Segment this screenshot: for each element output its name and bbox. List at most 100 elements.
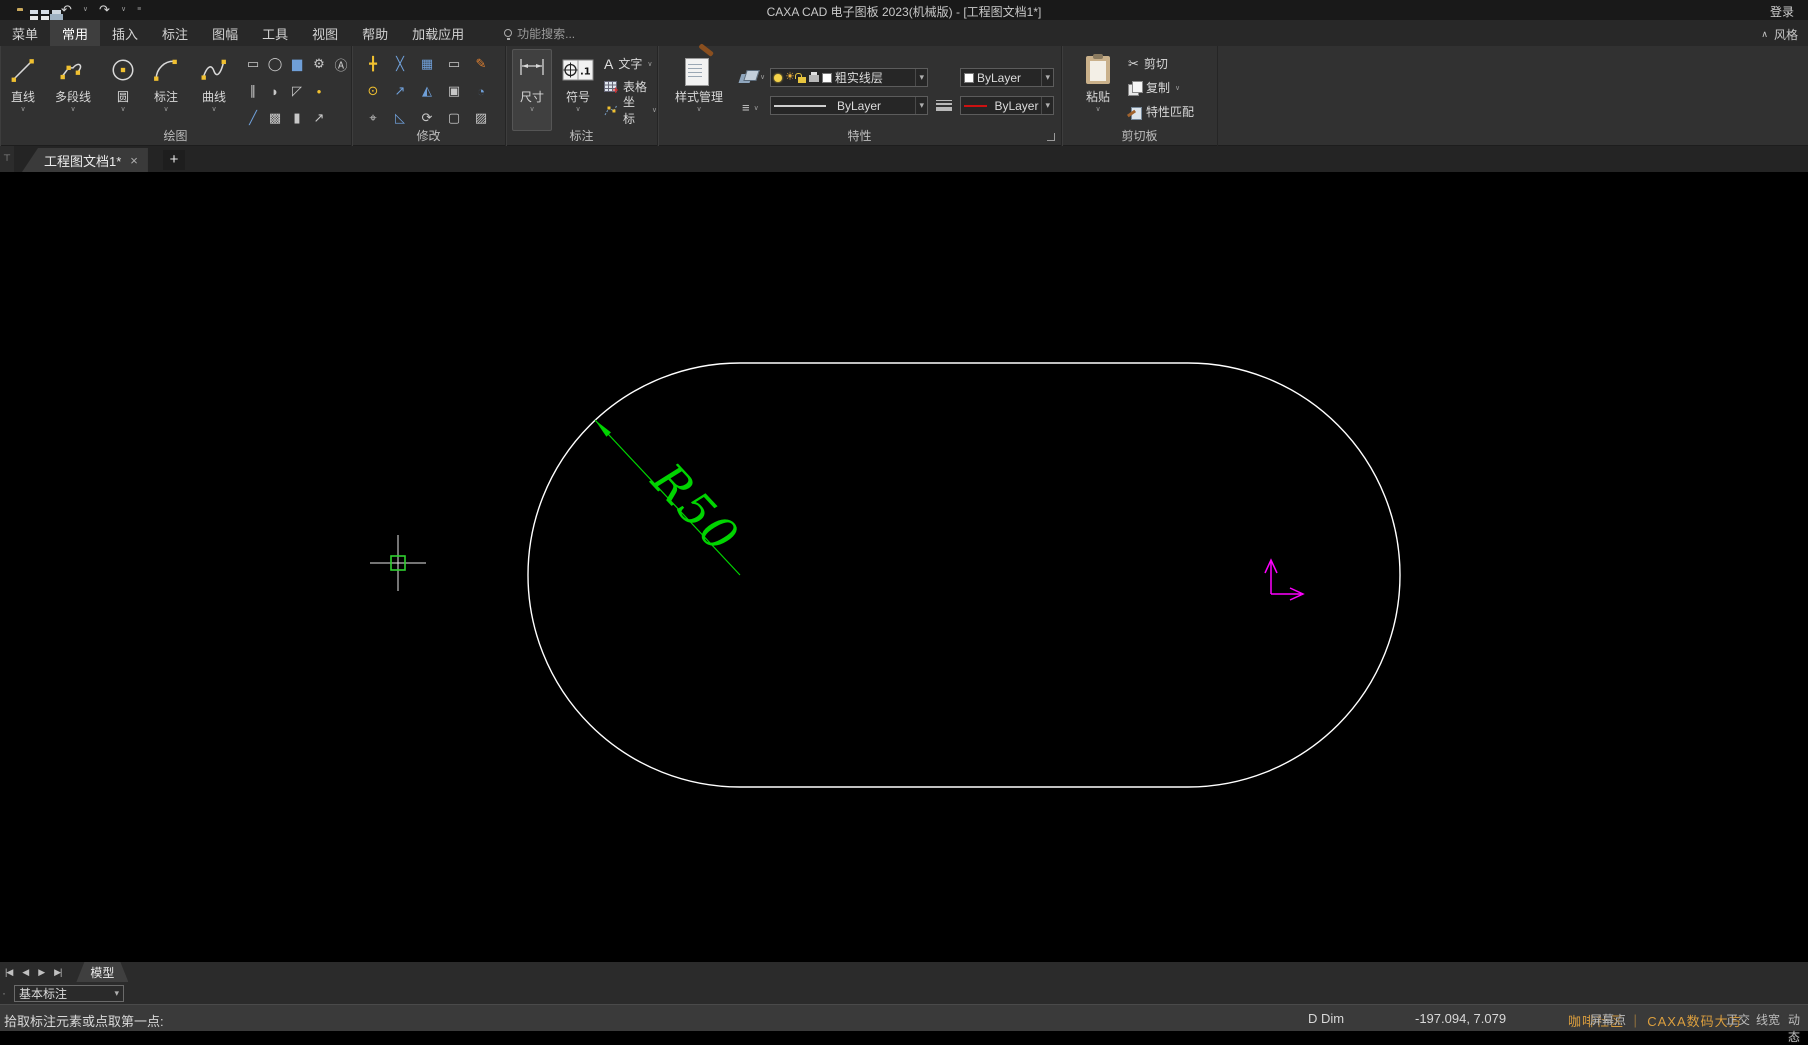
overlap-tool-icon[interactable]: ▣ — [441, 78, 467, 104]
svg-text:+: + — [612, 86, 618, 93]
toggle-screen-point[interactable]: 屏幕点 — [1590, 1011, 1626, 1028]
paste-dropdown-icon[interactable]: ∨ — [1095, 105, 1100, 115]
tab-help[interactable]: 帮助 — [350, 20, 400, 46]
dimension-style-value: 基本标注 — [19, 985, 67, 1002]
style-manager-dropdown-icon[interactable]: ∨ — [696, 105, 701, 115]
color-select[interactable]: ByLayer ▾ — [960, 68, 1054, 87]
linetype-dropdown-icon[interactable]: ∨ — [754, 104, 759, 112]
properties-group-label: 特性 — [658, 127, 1061, 144]
match-properties-button[interactable]: 特性匹配 — [1128, 102, 1194, 121]
coordinate-dropdown-icon[interactable]: ∨ — [652, 106, 657, 114]
panel-tab-icon[interactable]: ⊤ — [3, 154, 11, 163]
tab-insert[interactable]: 插入 — [100, 20, 150, 46]
symbol-dropdown-icon[interactable]: ∨ — [575, 105, 580, 115]
stretch-tool-icon[interactable]: ▭ — [441, 51, 467, 77]
linetype-tool[interactable]: ≡ ∨ — [742, 100, 759, 115]
layer-select-arrow[interactable]: ▾ — [915, 69, 924, 86]
group-properties: 样式管理 ∨ ∨ ≡ ∨ ☀ 粗实线层 ▾ ByLayer ▾ — [658, 46, 1062, 146]
layer-value: 粗实线层 — [835, 69, 883, 86]
coordinate-tool-button[interactable]: 坐标 ∨ — [604, 100, 657, 119]
layer-select[interactable]: ☀ 粗实线层 ▾ — [770, 68, 928, 87]
array-tool-icon[interactable]: ▦ — [414, 51, 440, 77]
layers-dropdown-icon[interactable]: ∨ — [760, 73, 765, 81]
mirror-tool-icon[interactable]: ◭ — [414, 78, 440, 104]
tab-annotate[interactable]: 标注 — [150, 20, 200, 46]
drawing-canvas[interactable]: R50 — [0, 172, 1808, 962]
cut-icon: ✂ — [1128, 56, 1139, 72]
arc-tool-button[interactable]: 标注 ∨ — [144, 50, 188, 115]
fillet-tool-icon[interactable]: ◔ — [468, 78, 494, 104]
tab-addons[interactable]: 加载应用 — [400, 20, 476, 46]
tab-tools[interactable]: 工具 — [250, 20, 300, 46]
layer-tool[interactable]: ∨ — [740, 70, 765, 84]
last-sheet-button[interactable]: ▶| — [49, 967, 66, 978]
tab-common[interactable]: 常用 — [50, 20, 100, 46]
toggle-ortho[interactable]: 正交 — [1726, 1011, 1750, 1028]
first-sheet-button[interactable]: |◀ — [0, 967, 17, 978]
properties-dialog-launcher-icon[interactable] — [1047, 133, 1055, 141]
color-select-arrow[interactable]: ▾ — [1041, 69, 1050, 86]
dimension-style-select[interactable]: 基本标注 ▾ — [14, 985, 124, 1002]
lineweight-sample — [964, 105, 987, 107]
next-sheet-button[interactable]: ▶ — [33, 967, 49, 978]
linetype-icon: ≡ — [742, 100, 750, 115]
text-tool-button[interactable]: A 文字 ∨ — [604, 54, 657, 73]
lineweight-select[interactable]: ByLayer ▾ — [960, 96, 1054, 115]
model-tab[interactable]: 模型 — [76, 962, 128, 982]
group-annotate: 尺寸 ∨ .1 符号 ∨ A 文字 ∨ + 表格 坐标 ∨ — [506, 46, 658, 146]
symbol-tool-button[interactable]: .1 符号 ∨ — [558, 50, 598, 115]
menu-button[interactable]: 菜单 — [0, 20, 50, 46]
arc-dropdown-icon[interactable]: ∨ — [163, 105, 168, 115]
dimension-style-arrow[interactable]: ▾ — [114, 988, 119, 999]
copy-button[interactable]: 复制 ∨ — [1128, 78, 1194, 97]
ribbon-style-toggle[interactable]: ∧ 风格 — [1761, 26, 1798, 43]
radius-dimension-label: R50 — [641, 452, 751, 564]
layer-on-icon — [774, 74, 782, 82]
polyline-tool-button[interactable]: 多段线 ∨ — [44, 50, 102, 115]
toggle-lineweight[interactable]: 线宽 — [1756, 1011, 1780, 1028]
polyline-label: 多段线 — [55, 90, 91, 105]
prev-sheet-button[interactable]: ◀ — [17, 967, 33, 978]
document-tab[interactable]: 工程图文档1* × — [22, 148, 148, 172]
tab-view[interactable]: 视图 — [300, 20, 350, 46]
login-button[interactable]: 登录 — [1770, 3, 1794, 20]
dimension-dropdown-icon[interactable]: ∨ — [529, 105, 534, 115]
lineweight-button[interactable] — [936, 100, 952, 111]
text-icon: A — [604, 56, 613, 72]
modify-group-label: 修改 — [352, 127, 505, 144]
copy-dropdown-icon[interactable]: ∨ — [1175, 84, 1180, 92]
symbol-label: 符号 — [566, 90, 590, 105]
text-circle-tool-icon[interactable]: Ⓐ — [328, 51, 354, 77]
extend-tool-icon[interactable]: ↗ — [387, 78, 413, 104]
text-dropdown-icon[interactable]: ∨ — [647, 60, 652, 68]
erase-tool-icon[interactable]: ✎ — [468, 51, 494, 77]
circle-tool-button[interactable]: 圆 ∨ — [106, 50, 140, 115]
model-tab-bar: |◀ ◀ ▶ ▶| 模型 — [0, 962, 1808, 982]
lineweight-select-arrow[interactable]: ▾ — [1041, 97, 1050, 114]
dimension-tool-button[interactable]: 尺寸 ∨ — [512, 49, 552, 131]
circle-dropdown-icon[interactable]: ∨ — [120, 105, 125, 115]
line-dropdown-icon[interactable]: ∨ — [20, 105, 25, 115]
linetype-select[interactable]: ByLayer ▾ — [770, 96, 928, 115]
copy-tool-icon[interactable]: ⊙ — [360, 78, 386, 104]
spline-dropdown-icon[interactable]: ∨ — [211, 105, 216, 115]
new-tab-button[interactable]: + — [163, 150, 185, 170]
function-search[interactable]: 功能搜索... — [504, 25, 575, 42]
polyline-dropdown-icon[interactable]: ∨ — [70, 105, 75, 115]
close-tab-icon[interactable]: × — [130, 153, 138, 168]
layer-thaw-icon: ☀ — [785, 72, 795, 83]
style-label: 风格 — [1774, 26, 1798, 43]
move-tool-icon[interactable]: ╋ — [360, 51, 386, 77]
collapse-icon: ∧ — [1761, 29, 1768, 40]
line-tool-button[interactable]: 直线 ∨ — [4, 50, 42, 115]
linetype-select-arrow[interactable]: ▾ — [915, 97, 924, 114]
tab-sheet[interactable]: 图幅 — [200, 20, 250, 46]
trim-tool-icon[interactable]: ╳ — [387, 51, 413, 77]
table-icon: + — [604, 81, 618, 93]
paste-button[interactable]: 粘贴 ∨ — [1076, 50, 1120, 115]
annotate-small-tools: A 文字 ∨ + 表格 坐标 ∨ — [604, 54, 657, 119]
toggle-dynamic-input[interactable]: 动态 — [1788, 1011, 1808, 1045]
style-manager-button[interactable]: 样式管理 ∨ — [666, 50, 732, 115]
cut-button[interactable]: ✂ 剪切 — [1128, 54, 1194, 73]
spline-tool-button[interactable]: 曲线 ∨ — [192, 50, 236, 115]
